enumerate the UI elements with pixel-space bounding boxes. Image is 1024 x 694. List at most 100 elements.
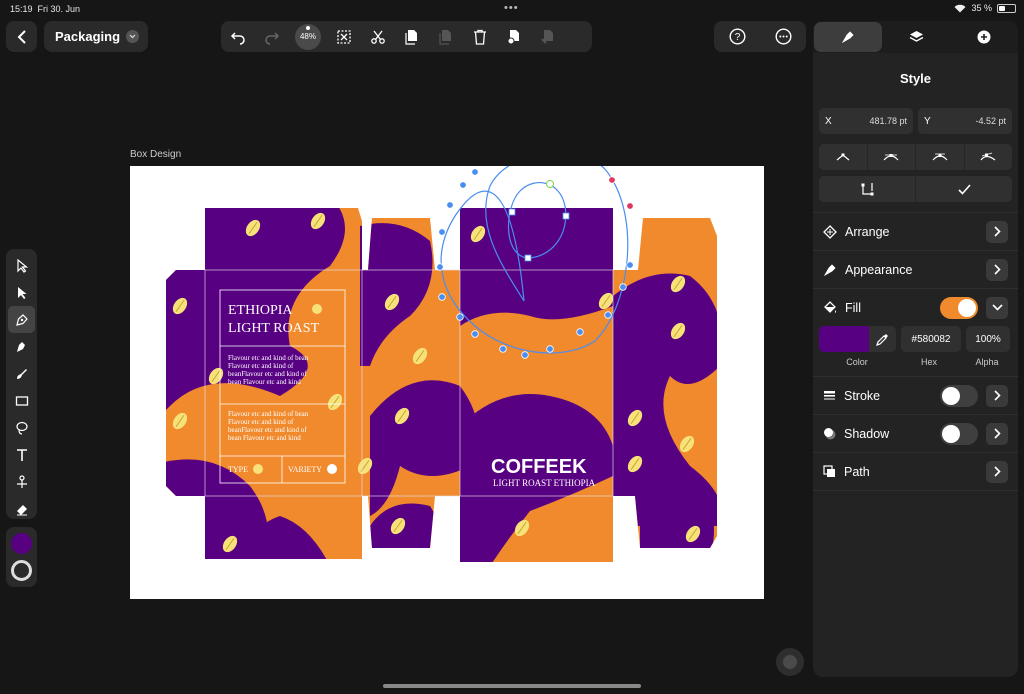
- path-anchor-point[interactable]: [446, 201, 454, 209]
- scissor-tool[interactable]: [6, 468, 37, 495]
- path-anchor-point[interactable]: [608, 176, 616, 184]
- stroke-toggle[interactable]: [940, 384, 978, 407]
- path-anchor-point[interactable]: [626, 202, 634, 210]
- redo-icon: [265, 31, 280, 45]
- path-anchor-point[interactable]: [619, 283, 627, 291]
- path-node-handle[interactable]: [524, 254, 532, 262]
- shadow-toggle[interactable]: [940, 422, 978, 445]
- path-node-handle[interactable]: [562, 212, 570, 220]
- path-anchor-point[interactable]: [459, 181, 467, 189]
- fill-toggle[interactable]: [940, 296, 978, 319]
- paste-style-button[interactable]: [531, 21, 565, 52]
- node-type-segment: [819, 144, 1012, 170]
- design-title-line2: LIGHT ROAST: [228, 321, 320, 336]
- text-tool[interactable]: [6, 441, 37, 468]
- more-icon[interactable]: [774, 28, 792, 45]
- multitask-dots[interactable]: •••: [504, 2, 519, 14]
- brush-tool[interactable]: [6, 360, 37, 387]
- eraser-tool[interactable]: [6, 495, 37, 522]
- fill-expand-button[interactable]: [986, 296, 1008, 319]
- layers-icon: [909, 31, 924, 42]
- confirm-button[interactable]: [916, 176, 1012, 202]
- arrange-label: Arrange: [845, 224, 890, 239]
- path-anchor-point[interactable]: [471, 330, 479, 338]
- lasso-tool[interactable]: [6, 414, 37, 441]
- fill-alpha-field[interactable]: 100%: [966, 326, 1010, 352]
- checkmark-icon: [957, 183, 971, 195]
- cut-button[interactable]: [361, 21, 395, 52]
- path-action-segment: [819, 176, 1012, 202]
- color-caption: Color: [846, 357, 868, 367]
- appearance-expand-button[interactable]: [986, 258, 1008, 281]
- path-anchor-point[interactable]: [438, 228, 446, 236]
- zoom-value: 48%: [299, 32, 316, 41]
- fill-hex-field[interactable]: #580082: [901, 326, 961, 352]
- tab-layers[interactable]: [883, 21, 951, 53]
- fill-color-swatch[interactable]: [819, 326, 869, 352]
- path-expand-button[interactable]: [986, 460, 1008, 483]
- shape-tool[interactable]: [6, 387, 37, 414]
- move-tool[interactable]: [6, 252, 37, 279]
- tab-add[interactable]: [950, 21, 1018, 53]
- path-row[interactable]: Path: [813, 452, 1018, 490]
- chevron-right-icon: [993, 466, 1001, 477]
- eyedropper-button[interactable]: [869, 326, 896, 352]
- path-anchor-point[interactable]: [546, 345, 554, 353]
- appearance-row[interactable]: Appearance: [813, 250, 1018, 288]
- design-body2-line4: bean Flavour etc and kind: [228, 434, 301, 442]
- undo-button[interactable]: [221, 21, 255, 52]
- y-value: -4.52 pt: [975, 116, 1006, 126]
- scissors-icon: [371, 30, 385, 44]
- design-brand-sub: LIGHT ROAST ETHIOPIA: [493, 478, 596, 488]
- appearance-icon: [823, 263, 836, 276]
- document-name: Packaging: [55, 29, 121, 44]
- back-button[interactable]: [6, 21, 37, 52]
- shadow-expand-button[interactable]: [986, 422, 1008, 445]
- alpha-caption: Alpha: [975, 357, 999, 367]
- fill-color-well[interactable]: [11, 533, 32, 554]
- node-tool[interactable]: [6, 279, 37, 306]
- path-anchor-point[interactable]: [576, 328, 584, 336]
- x-field[interactable]: X 481.78 pt: [819, 108, 913, 134]
- paste-button[interactable]: [429, 21, 463, 52]
- path-label: Path: [844, 464, 870, 479]
- path-anchor-point[interactable]: [471, 168, 479, 176]
- stroke-expand-button[interactable]: [986, 384, 1008, 407]
- path-anchor-point[interactable]: [521, 351, 529, 359]
- duplicate-button[interactable]: [497, 21, 531, 52]
- tab-style[interactable]: [814, 22, 882, 52]
- box-design-artwork[interactable]: ETHIOPIA LIGHT ROAST Flavour etc and kin…: [130, 166, 764, 599]
- break-path-button[interactable]: [819, 176, 916, 202]
- home-indicator: [383, 684, 641, 688]
- path-node-handle[interactable]: [508, 208, 516, 216]
- path-anchor-point[interactable]: [436, 263, 444, 271]
- redo-button[interactable]: [255, 21, 289, 52]
- document-menu-button[interactable]: Packaging: [44, 21, 148, 52]
- path-anchor-point[interactable]: [438, 293, 446, 301]
- node-symmetric-button[interactable]: [916, 144, 965, 170]
- stroke-color-well[interactable]: [11, 560, 32, 581]
- path-start-point[interactable]: [546, 180, 554, 188]
- node-smooth-button[interactable]: [868, 144, 916, 170]
- arrange-icon: [823, 224, 837, 239]
- arrange-expand-button[interactable]: [986, 220, 1008, 243]
- deselect-button[interactable]: [327, 21, 361, 52]
- node-asymmetric-button[interactable]: [965, 144, 1013, 170]
- x-label: X: [825, 115, 832, 127]
- node-sharp-button[interactable]: [819, 144, 868, 170]
- path-anchor-point[interactable]: [626, 261, 634, 269]
- arrange-row[interactable]: Arrange: [813, 212, 1018, 250]
- copy-button[interactable]: [395, 21, 429, 52]
- path-anchor-point[interactable]: [604, 311, 612, 319]
- help-icon[interactable]: ?: [728, 28, 746, 45]
- shadow-icon: [824, 428, 836, 440]
- floating-action-button[interactable]: [776, 648, 804, 676]
- path-anchor-point[interactable]: [456, 313, 464, 321]
- tool-rail: [6, 249, 37, 519]
- pencil-tool[interactable]: [6, 333, 37, 360]
- delete-button[interactable]: [463, 21, 497, 52]
- pen-tool[interactable]: [8, 306, 35, 333]
- path-anchor-point[interactable]: [499, 345, 507, 353]
- zoom-indicator[interactable]: 48%: [295, 23, 321, 50]
- y-field[interactable]: Y -4.52 pt: [918, 108, 1012, 134]
